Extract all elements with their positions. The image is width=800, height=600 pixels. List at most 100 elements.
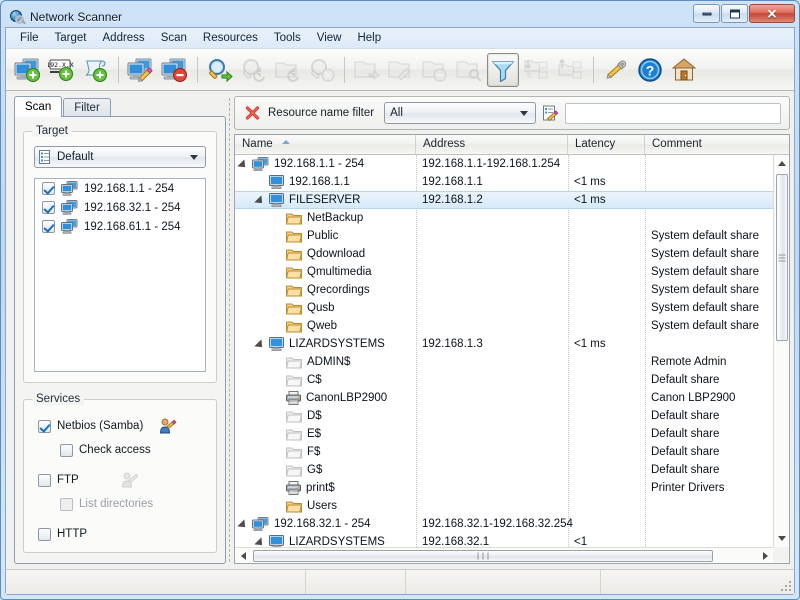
close-button[interactable]: ✕	[749, 4, 795, 23]
target-checkbox[interactable]	[42, 182, 55, 195]
table-row[interactable]: D$ Default share	[235, 407, 773, 425]
row-name-text: Users	[307, 500, 338, 512]
table-row[interactable]: E$ Default share	[235, 425, 773, 443]
menu-help[interactable]: Help	[349, 29, 389, 47]
vertical-scroll-thumb[interactable]	[776, 174, 788, 341]
sort-ascending-icon	[281, 140, 290, 144]
table-row[interactable]: C$ Default share	[235, 371, 773, 389]
expander-toggle-icon[interactable]	[256, 196, 265, 205]
edit-list-icon[interactable]	[542, 105, 559, 122]
menu-address[interactable]: Address	[95, 29, 153, 47]
home-page-button[interactable]	[668, 53, 700, 87]
chevron-down-icon	[520, 110, 529, 116]
scroll-up-button[interactable]	[774, 155, 789, 172]
filter-button[interactable]	[487, 52, 519, 87]
menu-scan[interactable]: Scan	[153, 29, 195, 47]
document-list-icon	[39, 149, 50, 164]
scroll-down-button[interactable]	[774, 530, 789, 547]
add-from-file-button[interactable]	[80, 53, 112, 87]
minimize-button[interactable]	[693, 4, 720, 23]
menu-file[interactable]: File	[12, 29, 47, 47]
delete-target-button[interactable]	[159, 53, 191, 87]
add-ip-range-button[interactable]: 192.X.X	[46, 53, 78, 87]
stop-scan-button	[306, 53, 338, 87]
column-header-address[interactable]: Address	[416, 135, 568, 154]
pane-splitter[interactable]	[227, 98, 233, 562]
row-name-text: Public	[307, 230, 339, 242]
start-scan-button[interactable]	[204, 53, 236, 87]
table-row[interactable]: 192.168.32.1 - 254 192.168.32.1-192.168.3…	[235, 515, 773, 533]
target-list-item[interactable]: 192.168.1.1 - 254	[35, 179, 205, 198]
scroll-left-button[interactable]	[235, 548, 251, 563]
scroll-add-icon	[85, 60, 107, 82]
table-row[interactable]: LIZARDSYSTEMS 192.168.1.3 <1 ms	[235, 335, 773, 353]
options-button[interactable]	[600, 53, 632, 87]
target-checkbox[interactable]	[42, 201, 55, 214]
target-list-item[interactable]: 192.168.32.1 - 254	[35, 198, 205, 217]
grid-body[interactable]: 192.168.1.1 - 254 192.168.1.1-192.168.1.2…	[235, 155, 773, 547]
table-row[interactable]: Qweb System default share	[235, 317, 773, 335]
table-row[interactable]: 192.168.1.1 192.168.1.1 <1 ms	[235, 173, 773, 191]
grid-vertical-scrollbar[interactable]	[773, 155, 789, 547]
table-row[interactable]: FILESERVER 192.168.1.2 <1 ms	[235, 191, 773, 209]
table-row[interactable]: Users	[235, 497, 773, 515]
service-check-access-checkbox[interactable]	[60, 443, 73, 457]
find-resource-button	[453, 53, 485, 87]
service-http-row[interactable]: HTTP	[38, 524, 206, 544]
expander-toggle-icon[interactable]	[256, 538, 265, 547]
target-checkbox[interactable]	[42, 220, 55, 233]
table-row[interactable]: Qdownload System default share	[235, 245, 773, 263]
service-ftp-row[interactable]: FTP	[38, 470, 206, 490]
folder-hidden-icon	[286, 465, 302, 476]
help-button[interactable]: ?	[634, 53, 666, 87]
table-row[interactable]: Qmultimedia System default share	[235, 263, 773, 281]
edit-target-button[interactable]	[125, 53, 157, 87]
resource-filter-input[interactable]	[565, 102, 781, 124]
service-check-access-row[interactable]: Check access	[60, 440, 206, 460]
table-row[interactable]: Qrecordings System default share	[235, 281, 773, 299]
add-computer-button[interactable]	[12, 53, 44, 87]
service-netbios-row[interactable]: Netbios (Samba)	[38, 416, 206, 436]
expander-toggle-icon[interactable]	[239, 520, 248, 529]
table-row[interactable]: ADMIN$ Remote Admin	[235, 353, 773, 371]
table-row[interactable]: CanonLBP2900 Canon LBP2900	[235, 389, 773, 407]
tab-scan[interactable]: Scan	[14, 96, 63, 117]
chevron-down-icon	[190, 154, 198, 160]
expander-toggle-icon[interactable]	[256, 340, 265, 349]
menu-tools[interactable]: Tools	[266, 29, 309, 47]
folder-icon	[286, 321, 302, 332]
row-comment-text: Default share	[651, 428, 720, 440]
scroll-right-button[interactable]	[757, 548, 773, 563]
tab-filter[interactable]: Filter	[63, 98, 111, 117]
column-header-comment[interactable]: Comment	[645, 135, 775, 154]
resource-filter-combo[interactable]: All	[384, 102, 537, 124]
grid-horizontal-scrollbar[interactable]	[235, 547, 773, 563]
table-row[interactable]: LIZARDSYSTEMS 192.168.32.1 <1	[235, 533, 773, 547]
table-row[interactable]: F$ Default share	[235, 443, 773, 461]
service-netbios-checkbox[interactable]	[38, 419, 51, 433]
table-row[interactable]: Qusb System default share	[235, 299, 773, 317]
target-list[interactable]: 192.168.1.1 - 254 192.168.32.1 - 254 192…	[34, 178, 206, 372]
table-row[interactable]: G$ Default share	[235, 461, 773, 479]
target-list-item[interactable]: 192.168.61.1 - 254	[35, 217, 205, 236]
service-http-checkbox[interactable]	[38, 527, 51, 541]
expander-toggle-icon[interactable]	[239, 160, 248, 169]
menu-view[interactable]: View	[309, 29, 350, 47]
target-profile-combo[interactable]: Default	[34, 146, 206, 168]
resize-grip-icon[interactable]	[780, 580, 792, 592]
column-header-latency[interactable]: Latency	[568, 135, 645, 154]
table-row[interactable]: print$ Printer Drivers	[235, 479, 773, 497]
table-row[interactable]: Public System default share	[235, 227, 773, 245]
menu-resources[interactable]: Resources	[195, 29, 266, 47]
table-row[interactable]: NetBackup	[235, 209, 773, 227]
horizontal-scroll-thumb[interactable]	[253, 550, 713, 562]
red-x-icon[interactable]	[245, 105, 260, 121]
maximize-button[interactable]	[721, 4, 748, 23]
menu-target[interactable]: Target	[47, 29, 95, 47]
table-row[interactable]: 192.168.1.1 - 254 192.168.1.1-192.168.1.2…	[235, 155, 773, 173]
service-http-label: HTTP	[57, 528, 88, 540]
service-ftp-checkbox[interactable]	[38, 473, 51, 487]
target-list-item-label: 192.168.61.1 - 254	[84, 220, 181, 233]
column-header-name[interactable]: Name	[235, 135, 416, 154]
column-header-name-label: Name	[242, 138, 273, 150]
